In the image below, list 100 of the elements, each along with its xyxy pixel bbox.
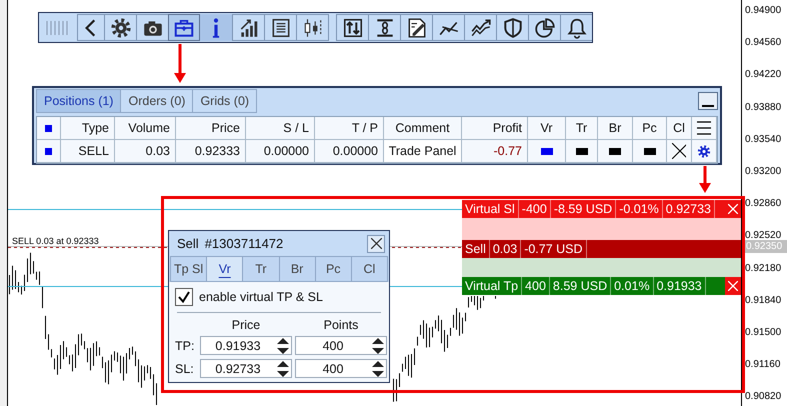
current-price-label: 0.92350 — [743, 240, 787, 253]
spinner-arrows-icon[interactable] — [277, 338, 289, 354]
toolbar-button[interactable] — [400, 14, 432, 41]
column-header: S / L — [246, 117, 315, 140]
price-axis-label: 0.92520 — [745, 230, 782, 242]
toolbar-button[interactable] — [368, 14, 400, 41]
close-button[interactable] — [725, 277, 741, 295]
dialog-tab[interactable]: Tp Sl — [170, 256, 208, 282]
pie-chart-icon — [534, 16, 556, 38]
toolbar-button[interactable] — [296, 14, 328, 41]
spinner-field[interactable]: 400 — [295, 359, 387, 378]
column-header: Pc — [633, 117, 667, 140]
note-pencil-icon — [406, 16, 428, 38]
toolbar-button[interactable] — [136, 14, 168, 41]
field-label: TP: — [175, 338, 196, 352]
dialog-tab[interactable]: Br — [280, 256, 316, 282]
toggle-square-icon[interactable] — [576, 148, 588, 154]
toggle-square-icon[interactable] — [540, 148, 552, 154]
column-header: Vr — [528, 117, 566, 140]
price-axis-label: 0.91500 — [745, 327, 782, 338]
column-header: Volume — [115, 117, 176, 140]
dialog-tab[interactable]: Cl — [352, 256, 388, 282]
level-cell: 0.91933 — [654, 277, 706, 295]
column-header: Tr — [566, 117, 598, 140]
price-axis-label: 0.93880 — [745, 102, 782, 113]
toggle-square-icon[interactable] — [644, 148, 656, 154]
close-button[interactable] — [367, 234, 385, 252]
callout-arrow — [174, 44, 186, 84]
column-header: Cl — [667, 117, 692, 140]
close-icon[interactable] — [672, 143, 686, 159]
column-header: Profit — [462, 117, 528, 140]
column-header: Points — [322, 318, 360, 332]
price-axis-label: 0.91840 — [745, 294, 782, 306]
column-header: T / P — [315, 117, 384, 140]
gear-icon[interactable] — [697, 144, 711, 158]
spinner-field[interactable]: 0.92733 — [200, 359, 292, 378]
toolbar-button[interactable] — [264, 14, 296, 41]
gear-icon — [110, 16, 132, 38]
panel-tab[interactable]: Grids (0) — [193, 89, 258, 113]
minimize-button[interactable] — [698, 92, 718, 110]
table-cell: 0.92333 — [176, 140, 246, 163]
dialog-tab[interactable]: Vr — [207, 256, 244, 282]
toolbar-button[interactable] — [232, 14, 264, 41]
price-axis-label: 0.93200 — [745, 166, 782, 177]
spinner-arrows-icon[interactable] — [372, 338, 384, 354]
info-icon — [212, 18, 220, 38]
price-axis-label: 0.94900 — [745, 5, 782, 16]
price-axis-label: 0.94560 — [745, 37, 782, 48]
price-axis-label: 0.90820 — [745, 391, 782, 402]
callout-arrow — [699, 166, 711, 194]
bell-icon — [566, 16, 588, 38]
toolbar-button[interactable] — [464, 14, 496, 41]
level-cell: 400 — [522, 277, 550, 295]
table-cell: SELL — [61, 140, 115, 163]
spinner-arrows-icon[interactable] — [372, 360, 384, 376]
price-axis-label: 0.94220 — [745, 69, 782, 80]
column-header: Price — [176, 117, 246, 140]
panel-tab[interactable]: Positions (1) — [36, 89, 122, 113]
column-header: Price — [230, 318, 262, 332]
dialog-tab[interactable]: Tr — [243, 256, 280, 282]
price-axis-label: 0.92860 — [745, 198, 782, 210]
spinner-field[interactable]: 0.91933 — [200, 336, 292, 355]
close-icon — [728, 281, 738, 291]
trend-arrow-icon — [470, 16, 492, 38]
spinner-field[interactable]: 400 — [295, 336, 387, 355]
level-cell: 0.01% — [611, 277, 654, 295]
checkbox[interactable] — [175, 288, 193, 306]
toggle-square-icon[interactable] — [609, 148, 621, 154]
level-cell: Virtual Tp — [462, 277, 522, 295]
close-icon — [728, 204, 738, 214]
toolbar-button[interactable] — [104, 14, 136, 41]
spinner-arrows-icon[interactable] — [277, 360, 289, 376]
table-cell: 0.00000 — [246, 140, 315, 163]
table-cell: -0.77 — [462, 140, 528, 163]
column-header: Br — [598, 117, 633, 140]
dialog-tab[interactable]: Pc — [316, 256, 352, 282]
panel-tab[interactable]: Orders (0) — [121, 89, 194, 113]
up-down-arrows-icon — [342, 16, 364, 38]
toolbar-button[interactable] — [528, 14, 560, 41]
toolbar-button[interactable] — [432, 14, 464, 41]
toolbar-button[interactable] — [336, 14, 368, 41]
dialog-title: Sell — [177, 236, 199, 251]
order-line-label: SELL 0.03 at 0.92333 — [12, 236, 99, 246]
square-marker-icon — [45, 124, 52, 132]
toolbar-button[interactable] — [77, 14, 104, 41]
minimize-icon — [702, 104, 714, 106]
toolbar-button[interactable] — [496, 14, 528, 41]
table-cell: Trade Panel — [384, 140, 462, 163]
price-axis-label: 0.93540 — [745, 134, 782, 145]
price-axis-label: 0.92180 — [745, 262, 782, 274]
field-label: SL: — [175, 362, 195, 376]
level-cell: 8.59 USD — [550, 277, 612, 295]
column-header: Type — [61, 117, 115, 140]
ticket-number: #1303711472 — [204, 236, 284, 251]
list-icon — [270, 16, 292, 38]
table-cell: 0.03 — [115, 140, 176, 163]
menu-icon[interactable] — [697, 121, 711, 135]
toolbar-button[interactable] — [560, 14, 592, 41]
square-marker-icon — [45, 148, 52, 154]
shield-icon — [502, 16, 524, 38]
